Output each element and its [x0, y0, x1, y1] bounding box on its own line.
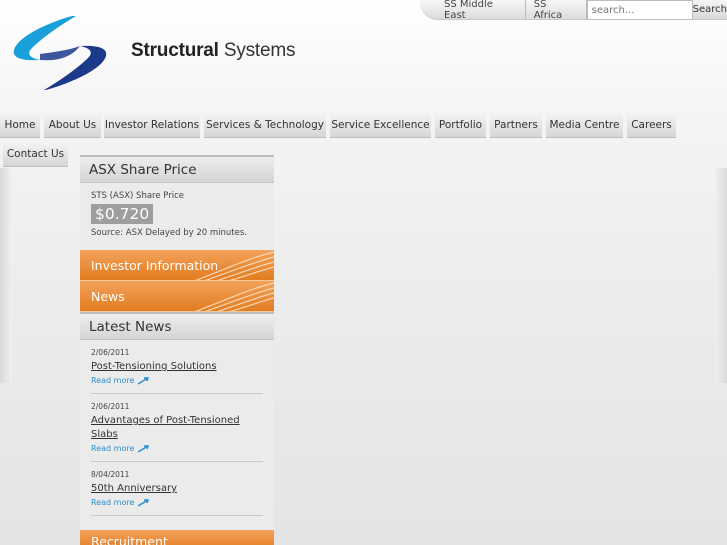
nav-item-service-excellence[interactable]: Service Excellence [330, 113, 431, 138]
latest-news-list: 2/06/2011 Post-Tensioning Solutions Read… [80, 340, 274, 516]
news-item: 2/06/2011 Advantages of Post-Tensioned S… [91, 394, 263, 462]
nav-item-partners[interactable]: Partners [490, 113, 542, 138]
nav-item-services-technology[interactable]: Services & Technology [204, 113, 326, 138]
read-more-label: Read more [91, 444, 135, 453]
read-more-label: Read more [91, 498, 135, 507]
news-date: 8/04/2011 [91, 470, 130, 479]
nav-item-portfolio[interactable]: Portfolio [435, 113, 486, 138]
nav-item-home[interactable]: Home [0, 113, 40, 138]
read-more-label: Read more [91, 376, 135, 385]
recruitment-link[interactable]: Recruitment [80, 530, 274, 545]
news-date: 2/06/2011 [91, 348, 130, 357]
read-more-link[interactable]: Read more [91, 376, 263, 385]
left-shade [0, 168, 12, 383]
swoosh-decoration-icon [194, 282, 274, 311]
arrow-swoosh-icon [138, 376, 150, 385]
news-label: News [91, 288, 125, 304]
brand-wordmark[interactable]: Structural Systems [131, 40, 295, 62]
news-item: 2/06/2011 Post-Tensioning Solutions Read… [91, 340, 263, 394]
share-price-value: $0.720 [91, 204, 154, 224]
top-utility-bar: SS Middle East SS Africa Search [420, 0, 727, 21]
news-date: 2/06/2011 [91, 402, 130, 411]
share-price-label: STS (ASX) Share Price [91, 191, 185, 201]
read-more-link[interactable]: Read more [91, 498, 263, 507]
brand-name-regular: Systems [223, 40, 296, 61]
news-title-link[interactable]: Advantages of Post-Tensioned Slabs [91, 414, 263, 442]
latest-news-heading: Latest News [80, 312, 274, 340]
investor-information-link[interactable]: Investor Information [80, 250, 274, 281]
sidebar-column: ASX Share Price STS (ASX) Share Price $0… [80, 155, 274, 545]
swoosh-decoration-icon [194, 251, 274, 280]
news-item: 8/04/2011 50th Anniversary Read more [91, 462, 263, 516]
search-button[interactable]: Search [692, 0, 727, 19]
right-shade [715, 168, 727, 383]
search-input[interactable] [586, 0, 693, 20]
arrow-swoosh-icon [138, 444, 150, 453]
logo-icon[interactable] [10, 14, 110, 92]
nav-item-media-centre[interactable]: Media Centre [546, 113, 623, 138]
read-more-link[interactable]: Read more [91, 444, 263, 453]
news-title-link[interactable]: Post-Tensioning Solutions [91, 360, 263, 374]
region-link-middle-east[interactable]: SS Middle East [420, 0, 526, 21]
arrow-swoosh-icon [138, 498, 150, 507]
share-price-panel: STS (ASX) Share Price $0.720 Source: ASX… [80, 183, 274, 250]
news-title-link[interactable]: 50th Anniversary [91, 482, 263, 496]
region-link-africa[interactable]: SS Africa [526, 0, 587, 21]
nav-item-contact-us[interactable]: Contact Us [3, 142, 68, 167]
brand-name-bold: Structural [131, 40, 219, 61]
share-price-heading: ASX Share Price [80, 155, 274, 183]
news-link[interactable]: News [80, 281, 274, 312]
nav-item-about-us[interactable]: About Us [44, 113, 101, 138]
nav-item-careers[interactable]: Careers [627, 113, 676, 138]
nav-item-investor-relations[interactable]: Investor Relations [104, 113, 200, 138]
share-price-source: Source: ASX Delayed by 20 minutes. [91, 228, 247, 238]
